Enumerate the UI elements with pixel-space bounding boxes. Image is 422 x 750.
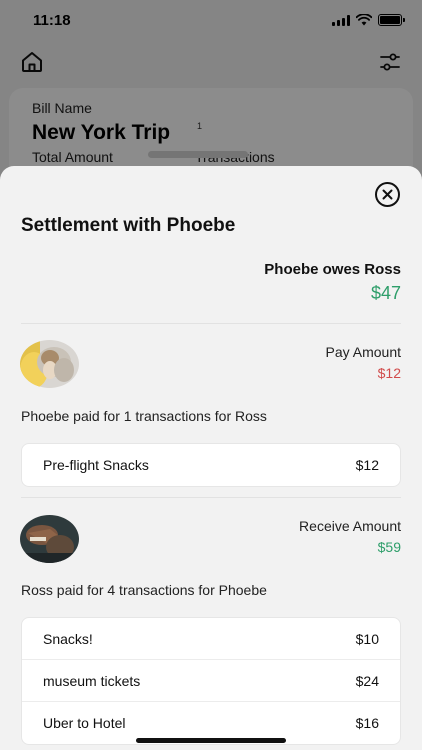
transaction-name: Uber to Hotel [43, 715, 126, 731]
pay-amount-value: $12 [377, 365, 401, 381]
transaction-name: Snacks! [43, 630, 93, 647]
transaction-amount: $24 [355, 672, 379, 689]
close-circle-icon [382, 189, 393, 200]
transaction-name: Pre-flight Snacks [43, 457, 149, 473]
transaction-row[interactable]: museum tickets $24 [22, 660, 400, 702]
divider [21, 497, 401, 498]
pay-description: Phoebe paid for 1 transactions for Ross [21, 408, 267, 424]
receive-amount-value: $59 [377, 539, 401, 555]
transaction-row[interactable]: Snacks! $10 [22, 618, 400, 660]
home-indicator[interactable] [136, 738, 286, 743]
pay-transactions-list: Pre-flight Snacks $12 [21, 443, 401, 487]
avatar-phoebe [20, 340, 79, 388]
receive-transactions-list: Snacks! $10 museum tickets $24 Uber to H… [21, 617, 401, 745]
pay-amount-label: Pay Amount [325, 344, 402, 360]
settlement-sheet: Settlement with Phoebe Phoebe owes Ross … [0, 166, 422, 750]
sheet-title: Settlement with Phoebe [21, 215, 236, 236]
divider [21, 323, 401, 324]
close-button[interactable] [375, 182, 400, 207]
transaction-name: museum tickets [43, 672, 141, 689]
transaction-row[interactable]: Pre-flight Snacks $12 [22, 444, 400, 486]
transaction-amount: $16 [355, 715, 379, 731]
transaction-amount: $10 [355, 630, 379, 647]
avatar-ross [20, 515, 79, 563]
receive-amount-label: Receive Amount [299, 518, 401, 534]
owes-summary: Phoebe owes Ross [264, 261, 401, 278]
receive-description: Ross paid for 4 transactions for Phoebe [21, 582, 267, 598]
transaction-amount: $12 [355, 457, 379, 473]
owes-amount: $47 [370, 283, 401, 303]
